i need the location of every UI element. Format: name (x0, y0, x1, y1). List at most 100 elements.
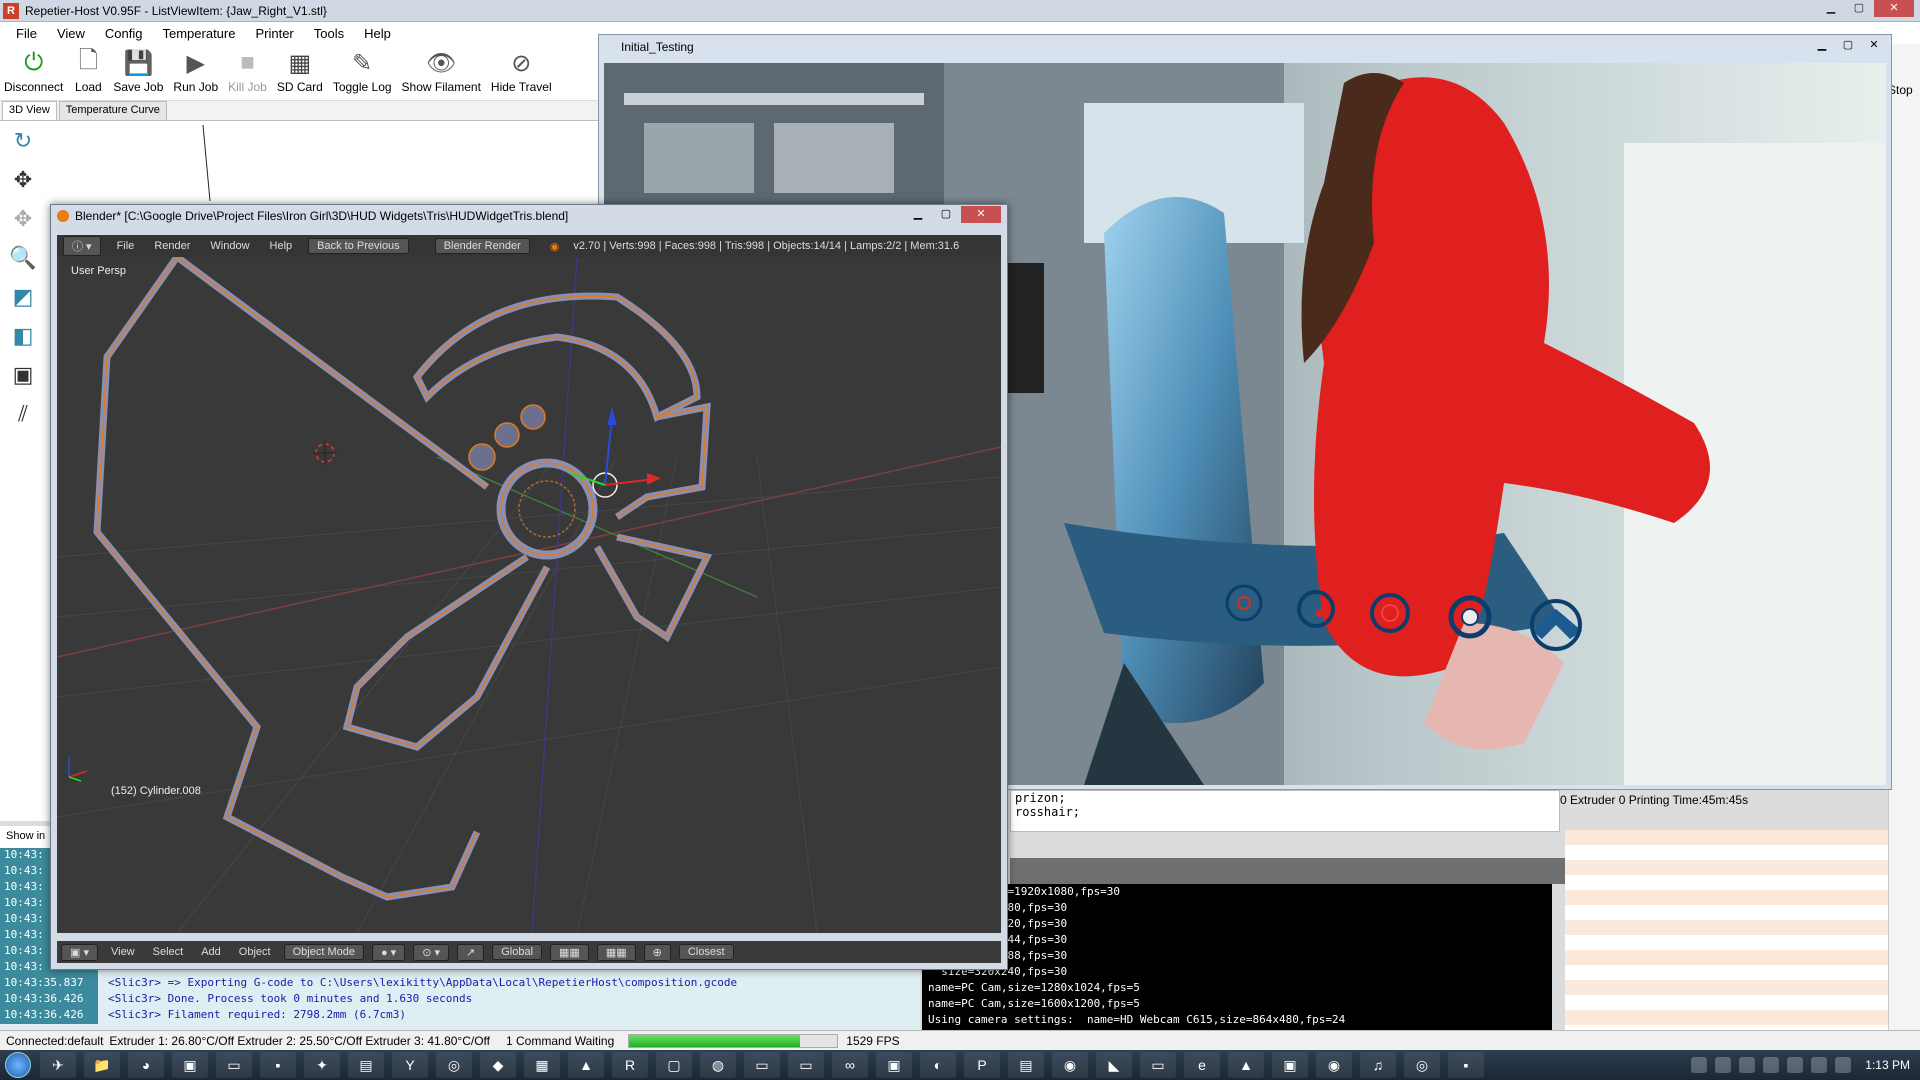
gcode-editor[interactable]: prizon; rosshair; (1010, 790, 1560, 832)
front-view-icon[interactable]: ◩ (8, 282, 38, 312)
manipulator-icon[interactable]: ↗ (457, 943, 485, 961)
calculator-icon[interactable]: ▦ (524, 1052, 560, 1078)
menu-config[interactable]: Config (105, 26, 143, 41)
menu-window[interactable]: Window (210, 240, 249, 252)
clock[interactable]: 1:13 PM (1865, 1058, 1910, 1072)
terminal-icon[interactable]: ▭ (1140, 1052, 1176, 1078)
menu-select[interactable]: Select (153, 946, 184, 958)
menu-help[interactable]: Help (364, 26, 391, 41)
hide-travel-button[interactable]: ⊘ Hide Travel (491, 44, 552, 95)
mode-select[interactable]: Object Mode (283, 944, 364, 960)
menu-printer[interactable]: Printer (255, 26, 293, 41)
disconnect-button[interactable]: ⏻ Disconnect (4, 44, 63, 94)
taskbar-app-icon[interactable]: P (964, 1052, 1000, 1078)
spotify-icon[interactable]: ♫ (1360, 1052, 1396, 1078)
menu-render[interactable]: Render (154, 240, 190, 252)
ie-icon[interactable]: e (1184, 1052, 1220, 1078)
maximize-button[interactable]: ▢ (1846, 0, 1872, 17)
menu-add[interactable]: Add (201, 946, 221, 958)
editor-type-icon[interactable]: ⓘ ▾ (63, 236, 101, 256)
taskbar-app-icon[interactable]: ▣ (1272, 1052, 1308, 1078)
move-object-icon[interactable]: ✥ (8, 204, 38, 234)
tray-app-icon[interactable] (1715, 1057, 1732, 1073)
tray-app-icon[interactable] (1763, 1057, 1780, 1073)
taskbar-app-icon[interactable]: ▪ (1448, 1052, 1484, 1078)
menu-temperature[interactable]: Temperature (162, 26, 235, 41)
menu-tools[interactable]: Tools (314, 26, 344, 41)
taskbar-app-icon[interactable]: ◉ (1316, 1052, 1352, 1078)
taskbar-app-icon[interactable]: ✦ (304, 1052, 340, 1078)
tray-app-icon[interactable] (1811, 1057, 1828, 1073)
volume-icon[interactable] (1787, 1057, 1804, 1073)
viewport-shading-icon[interactable]: ● ▾ (371, 943, 406, 961)
taskbar-app-icon[interactable]: ▤ (348, 1052, 384, 1078)
menu-file[interactable]: File (117, 240, 135, 252)
network-icon[interactable] (1835, 1057, 1852, 1073)
kill-job-button[interactable]: ■ Kill Job (228, 44, 267, 94)
monitor-icon[interactable]: ▭ (216, 1052, 252, 1078)
maximize-button[interactable]: ▢ (933, 206, 959, 223)
rotate-icon[interactable]: ↻ (8, 126, 38, 156)
tab-temperature-curve[interactable]: Temperature Curve (58, 101, 167, 120)
blender-window[interactable]: Blender* [C:\Google Drive\Project Files\… (50, 204, 1008, 970)
taskbar-app-icon[interactable]: ▣ (876, 1052, 912, 1078)
minimize-button[interactable]: ▁ (1818, 0, 1844, 17)
taskbar-app-icon[interactable]: ◎ (1404, 1052, 1440, 1078)
taskbar-app-icon[interactable]: ◎ (436, 1052, 472, 1078)
chrome-icon[interactable]: ◕ (128, 1052, 164, 1078)
floppy-icon[interactable]: ▪ (260, 1052, 296, 1078)
layers-grid-icon[interactable]: ▦▦ (596, 943, 636, 961)
taskbar-app-icon[interactable]: ∞ (832, 1052, 868, 1078)
zoom-icon[interactable]: 🔍 (8, 243, 38, 273)
close-button[interactable]: ✕ (961, 206, 1001, 223)
close-button[interactable]: ✕ (1861, 37, 1887, 54)
maximize-button[interactable]: ▢ (1835, 37, 1861, 54)
start-button[interactable] (0, 1050, 36, 1080)
layers-grid-icon[interactable]: ▦▦ (550, 943, 589, 961)
editor-type-icon[interactable]: ▣ ▾ (61, 943, 98, 961)
minimize-button[interactable]: ▁ (905, 206, 931, 223)
orientation-select[interactable]: Global (492, 944, 543, 960)
menu-view[interactable]: View (111, 946, 135, 958)
folder-icon[interactable]: 📁 (84, 1052, 120, 1078)
top-view-icon[interactable]: ▣ (8, 360, 38, 390)
minimize-button[interactable]: ▁ (1809, 37, 1835, 54)
parallel-lines-icon[interactable]: ⫽ (8, 399, 38, 429)
close-button[interactable]: ✕ (1874, 0, 1914, 17)
taskbar-app-icon[interactable]: Y (392, 1052, 428, 1078)
pivot-icon[interactable]: ⊙ ▾ (413, 943, 449, 961)
move-icon[interactable]: ✥ (8, 165, 38, 195)
vlc-icon[interactable]: ▲ (568, 1052, 604, 1078)
taskbar-app-icon[interactable]: ▢ (656, 1052, 692, 1078)
sd-card-button[interactable]: ▦ SD Card (277, 44, 323, 95)
taskbar-app-icon[interactable]: ◍ (700, 1052, 736, 1078)
menu-object[interactable]: Object (239, 946, 271, 958)
taskbar-app-icon[interactable]: ▲ (1228, 1052, 1264, 1078)
taskbar-app-icon[interactable]: ◆ (480, 1052, 516, 1078)
snap-icon[interactable]: ⊕ (643, 943, 671, 961)
tray-arrow-icon[interactable] (1691, 1057, 1708, 1073)
taskbar-app-icon[interactable]: ▣ (172, 1052, 208, 1078)
taskbar-app-icon[interactable]: ◣ (1096, 1052, 1132, 1078)
show-filament-button[interactable]: 👁 Show Filament (402, 44, 481, 95)
taskbar-app-icon[interactable]: ◐ (920, 1052, 956, 1078)
load-button[interactable]: 🗋 Load (73, 44, 103, 95)
render-engine-select[interactable]: Blender Render (434, 238, 530, 254)
menu-view[interactable]: View (57, 26, 85, 41)
taskbar-app-icon[interactable]: ▭ (788, 1052, 824, 1078)
toggle-log-button[interactable]: ✎ Toggle Log (333, 44, 392, 95)
blender-icon[interactable]: ◉ (1052, 1052, 1088, 1078)
taskbar-app-icon[interactable]: ▤ (1008, 1052, 1044, 1078)
taskbar-app-icon[interactable]: ✈ (40, 1052, 76, 1078)
tray-app-icon[interactable] (1739, 1057, 1756, 1073)
tab-3d-view[interactable]: 3D View (2, 101, 57, 120)
save-job-button[interactable]: 💾 Save Job (113, 44, 163, 95)
menu-help[interactable]: Help (270, 240, 293, 252)
run-job-button[interactable]: ▶ Run Job (173, 44, 218, 95)
repetier-icon[interactable]: R (612, 1052, 648, 1078)
3d-viewport[interactable]: User Persp (152) Cylinder.008 (57, 257, 1001, 933)
taskbar-app-icon[interactable]: ▭ (744, 1052, 780, 1078)
side-view-icon[interactable]: ◧ (8, 321, 38, 351)
back-to-previous-button[interactable]: Back to Previous (308, 238, 409, 254)
menu-file[interactable]: File (16, 26, 37, 41)
